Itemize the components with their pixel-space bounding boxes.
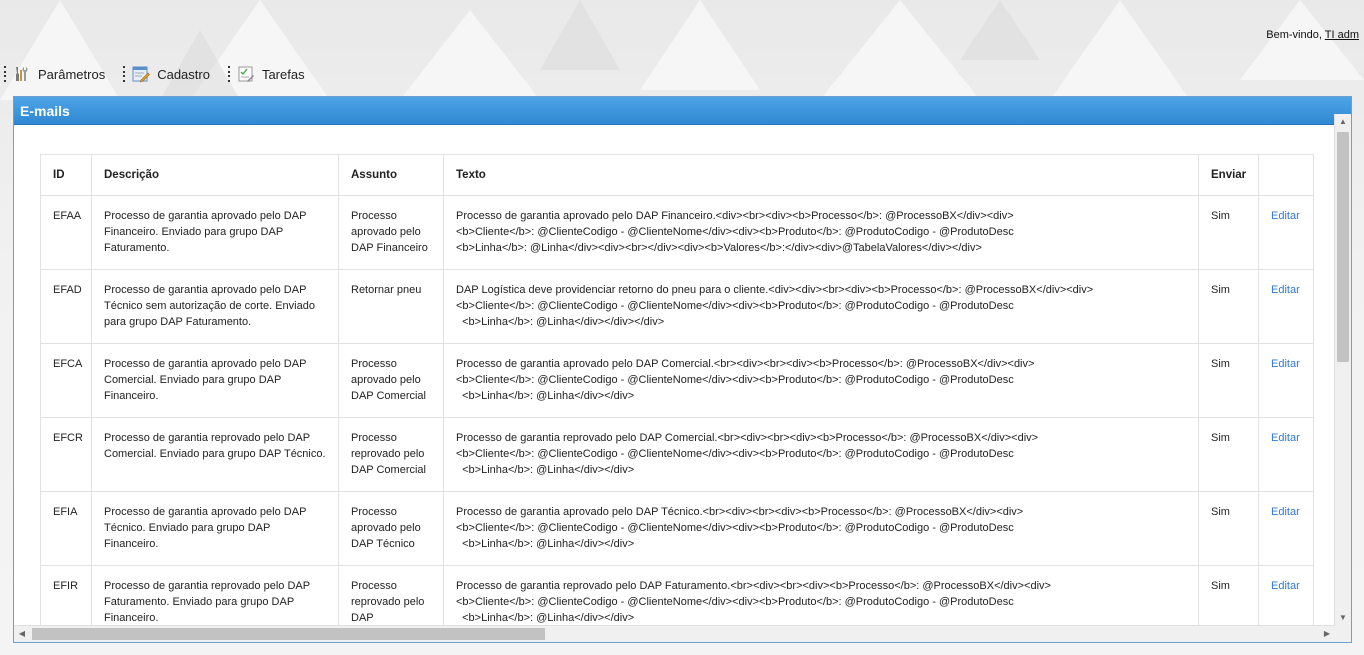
cell-texto: DAP Logística deve providenciar retorno … — [443, 269, 1199, 344]
cell-texto: Processo de garantia reprovado pelo DAP … — [443, 417, 1199, 492]
panel-content: ID Descrição Assunto Texto Enviar EFAA P… — [14, 125, 1335, 626]
main-menu: Parâmetros Cadastro Tarefas — [4, 64, 323, 84]
cell-id: EFCA — [40, 343, 92, 418]
menu-label: Parâmetros — [38, 66, 106, 82]
horizontal-scroll-thumb[interactable] — [32, 628, 545, 640]
cell-enviar: Sim — [1198, 269, 1259, 344]
table-row: EFCR Processo de garantia reprovado pelo… — [40, 417, 1314, 492]
cell-assunto: Processo reprovado pelo DAP — [338, 565, 444, 626]
emails-panel: E-mails ID Descrição Assunto Texto Envia… — [13, 96, 1352, 643]
menu-parametros[interactable]: Parâmetros — [4, 65, 105, 83]
edit-link[interactable]: Editar — [1271, 580, 1300, 592]
cell-id: EFIA — [40, 491, 92, 566]
menu-cadastro[interactable]: Cadastro — [123, 65, 210, 83]
cell-enviar: Sim — [1198, 417, 1259, 492]
col-header-enviar[interactable]: Enviar — [1198, 154, 1259, 196]
cell-texto: Processo de garantia aprovado pelo DAP T… — [443, 491, 1199, 566]
form-edit-icon — [132, 66, 151, 83]
cell-descricao: Processo de garantia aprovado pelo DAP C… — [91, 343, 339, 418]
table-row: EFAA Processo de garantia aprovado pelo … — [40, 195, 1314, 270]
table-row: EFCA Processo de garantia aprovado pelo … — [40, 343, 1314, 418]
edit-link[interactable]: Editar — [1271, 432, 1300, 444]
vertical-scrollbar[interactable]: ▲ ▼ — [1334, 114, 1351, 626]
cell-texto: Processo de garantia aprovado pelo DAP C… — [443, 343, 1199, 418]
cell-enviar: Sim — [1198, 343, 1259, 418]
grip-icon — [4, 66, 7, 82]
col-header-texto[interactable]: Texto — [443, 154, 1199, 196]
scroll-corner — [1335, 626, 1351, 642]
cell-id: EFAD — [40, 269, 92, 344]
cell-id: EFCR — [40, 417, 92, 492]
cell-enviar: Sim — [1198, 491, 1259, 566]
cell-texto: Processo de garantia aprovado pelo DAP F… — [443, 195, 1199, 270]
col-header-id[interactable]: ID — [40, 154, 92, 196]
col-header-descricao[interactable]: Descrição — [91, 154, 339, 196]
cell-enviar: Sim — [1198, 195, 1259, 270]
cell-assunto: Processo aprovado pelo DAP Comercial — [338, 343, 444, 418]
tools-icon — [16, 67, 28, 81]
edit-link[interactable]: Editar — [1271, 210, 1300, 222]
table-header-row: ID Descrição Assunto Texto Enviar — [40, 154, 1314, 196]
cell-descricao: Processo de garantia reprovado pelo DAP … — [91, 417, 339, 492]
menu-tarefas[interactable]: Tarefas — [227, 65, 305, 83]
cell-assunto: Retornar pneu — [338, 269, 444, 344]
table-row: EFAD Processo de garantia aprovado pelo … — [40, 269, 1314, 344]
cell-texto: Processo de garantia reprovado pelo DAP … — [443, 565, 1199, 626]
menu-label: Cadastro — [157, 66, 210, 82]
cell-descricao: Processo de garantia aprovado pelo DAP T… — [91, 269, 339, 344]
scroll-up-icon[interactable]: ▲ — [1335, 114, 1351, 130]
cell-id: EFIR — [40, 565, 92, 626]
checklist-icon — [238, 66, 254, 82]
cell-enviar: Sim — [1198, 565, 1259, 626]
grip-icon — [123, 66, 126, 82]
edit-link[interactable]: Editar — [1271, 358, 1300, 370]
horizontal-scrollbar[interactable]: ◀ ▶ — [14, 625, 1335, 642]
edit-link[interactable]: Editar — [1271, 284, 1300, 296]
user-link[interactable]: TI adm — [1325, 29, 1359, 41]
col-header-assunto[interactable]: Assunto — [338, 154, 444, 196]
welcome-label: Bem-vindo, — [1266, 29, 1322, 41]
cell-descricao: Processo de garantia reprovado pelo DAP … — [91, 565, 339, 626]
edit-link[interactable]: Editar — [1271, 506, 1300, 518]
cell-descricao: Processo de garantia aprovado pelo DAP F… — [91, 195, 339, 270]
scroll-left-icon[interactable]: ◀ — [14, 626, 30, 642]
scroll-down-icon[interactable]: ▼ — [1335, 610, 1351, 626]
cell-assunto: Processo aprovado pelo DAP Financeiro — [338, 195, 444, 270]
vertical-scroll-thumb[interactable] — [1337, 132, 1349, 362]
menu-label: Tarefas — [261, 66, 305, 82]
cell-assunto: Processo reprovado pelo DAP Comercial — [338, 417, 444, 492]
background-pattern — [0, 0, 1364, 100]
table-row: EFIA Processo de garantia aprovado pelo … — [40, 491, 1314, 566]
col-header-actions — [1258, 154, 1314, 196]
grip-icon — [227, 66, 231, 82]
scroll-right-icon[interactable]: ▶ — [1319, 626, 1335, 642]
welcome-text: Bem-vindo, TI adm — [1266, 29, 1359, 41]
cell-descricao: Processo de garantia aprovado pelo DAP T… — [91, 491, 339, 566]
table-row: EFIR Processo de garantia reprovado pelo… — [40, 565, 1314, 626]
cell-id: EFAA — [40, 195, 92, 270]
panel-title: E-mails — [14, 97, 1351, 125]
emails-table: ID Descrição Assunto Texto Enviar EFAA P… — [40, 154, 1314, 626]
cell-assunto: Processo aprovado pelo DAP Técnico — [338, 491, 444, 566]
